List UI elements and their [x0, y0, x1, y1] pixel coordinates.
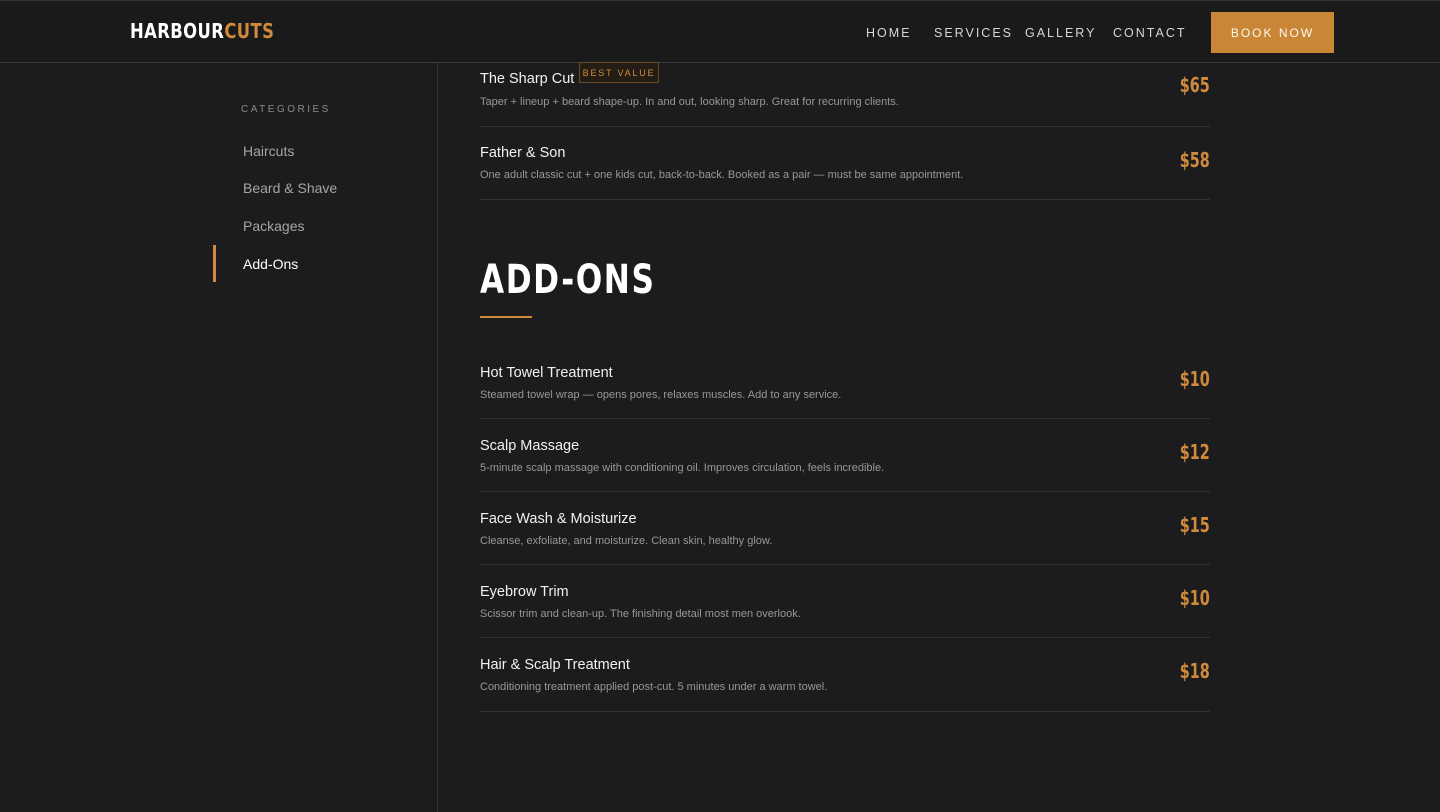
service-description: 5-minute scalp massage with conditioning…: [480, 462, 885, 474]
service-price: $58: [1179, 148, 1210, 172]
service-description: Cleanse, exfoliate, and moisturize. Clea…: [480, 535, 773, 547]
service-price: $65: [1179, 73, 1210, 97]
sidebar-item-add-ons[interactable]: Add-Ons: [243, 254, 298, 274]
service-price: $10: [1179, 586, 1210, 610]
logo-text-part1: HARBOUR: [130, 19, 225, 43]
sidebar-item-beard-shave[interactable]: Beard & Shave: [243, 178, 337, 198]
service-description: Taper + lineup + beard shape-up. In and …: [480, 96, 899, 108]
row-divider: [480, 637, 1210, 638]
nav-home-link[interactable]: HOME: [866, 25, 912, 41]
service-name: Face Wash & Moisturize: [480, 511, 637, 527]
row-divider: [480, 491, 1210, 492]
nav-contact-link[interactable]: CONTACT: [1113, 25, 1187, 41]
service-description: One adult classic cut + one kids cut, ba…: [480, 169, 964, 181]
service-price: $15: [1179, 513, 1210, 537]
service-price: $12: [1179, 440, 1210, 464]
row-divider: [480, 564, 1210, 565]
book-now-button[interactable]: BOOK NOW: [1211, 12, 1334, 53]
row-divider: [480, 199, 1210, 200]
site-header: HARBOURCUTS HOME SERVICES GALLERY CONTAC…: [0, 0, 1440, 63]
service-description: Conditioning treatment applied post-cut.…: [480, 681, 828, 693]
sidebar-item-packages[interactable]: Packages: [243, 216, 304, 236]
service-name: Scalp Massage: [480, 438, 580, 454]
nav-gallery-link[interactable]: GALLERY: [1025, 25, 1096, 41]
service-name: Hair & Scalp Treatment: [480, 657, 630, 673]
row-divider: [480, 711, 1210, 712]
sidebar-divider: [437, 63, 438, 812]
row-divider: [480, 418, 1210, 419]
brand-logo[interactable]: HARBOURCUTS: [130, 19, 274, 43]
service-name: Father & Son: [480, 145, 566, 161]
row-divider: [480, 126, 1210, 127]
nav-services-link[interactable]: SERVICES: [934, 25, 1013, 41]
best-value-badge: BEST VALUE: [579, 62, 659, 83]
service-description: Scissor trim and clean-up. The finishing…: [480, 608, 801, 620]
service-name: Eyebrow Trim: [480, 584, 569, 600]
section-underline: [480, 316, 532, 318]
service-name: The Sharp Cut: [480, 71, 575, 87]
service-price: $18: [1179, 659, 1210, 683]
service-description: Steamed towel wrap — opens pores, relaxe…: [480, 389, 842, 401]
sidebar-item-haircuts[interactable]: Haircuts: [243, 141, 294, 161]
service-name: Hot Towel Treatment: [480, 365, 613, 381]
section-title: ADD-ONS: [480, 257, 656, 303]
active-category-indicator: [213, 245, 216, 282]
categories-heading: CATEGORIES: [241, 104, 331, 115]
logo-text-part2: CUTS: [224, 19, 275, 43]
service-price: $10: [1179, 367, 1210, 391]
